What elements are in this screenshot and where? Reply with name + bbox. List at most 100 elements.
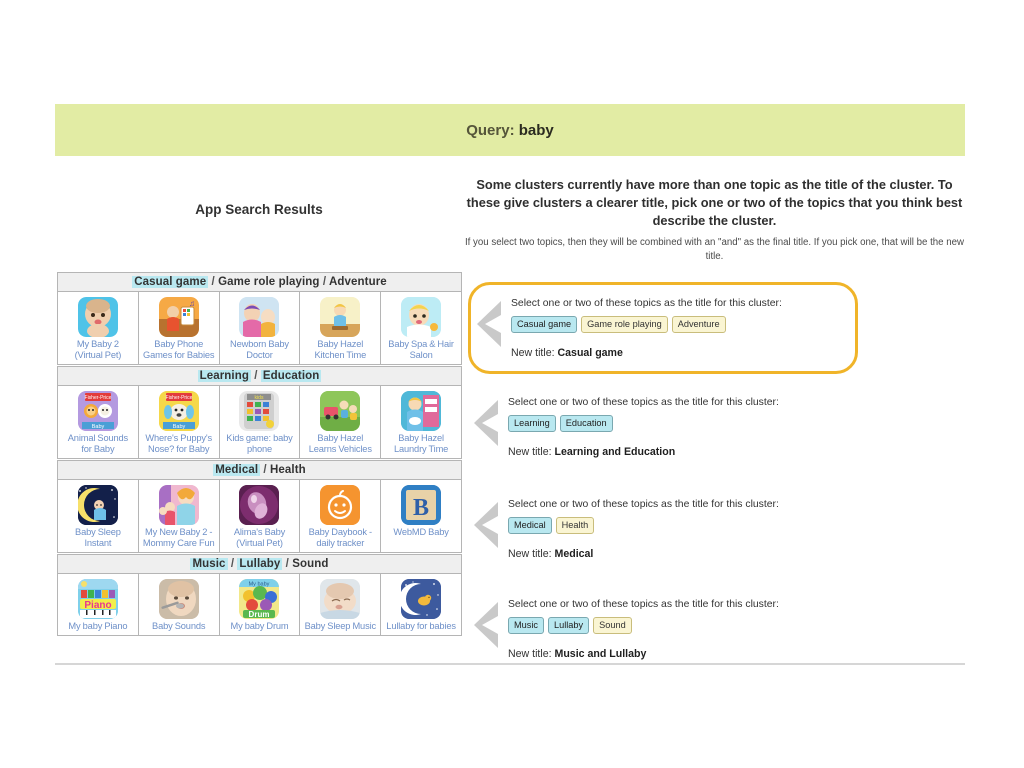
topic-separator: / bbox=[260, 463, 271, 476]
page-title: App Search Results bbox=[195, 202, 323, 217]
topic-chip[interactable]: Health bbox=[555, 516, 595, 535]
app-cell[interactable]: My Baby 2 (Virtual Pet) bbox=[57, 291, 139, 365]
cluster-edit-panel: Select one or two of these topics as the… bbox=[468, 486, 858, 572]
cluster-title-row: Learning / Education bbox=[57, 365, 462, 386]
cluster-topic-label: Lullaby bbox=[237, 557, 283, 570]
topic-chip-selected[interactable]: Medical bbox=[508, 516, 552, 535]
topic-chip[interactable]: Game role playing bbox=[581, 315, 668, 334]
app-cell[interactable]: Piano My baby Piano bbox=[57, 572, 139, 636]
app-name: Baby Sounds bbox=[152, 620, 206, 631]
app-icon-daybook-orange bbox=[320, 484, 361, 525]
chevron-left-icon bbox=[472, 600, 502, 650]
app-name: Where's Puppy's bbox=[145, 432, 212, 443]
app-cell[interactable]: My New Baby 2 - Mommy Care Fun bbox=[137, 478, 220, 553]
cluster-edit-panel: Select one or two of these topics as the… bbox=[468, 282, 858, 375]
app-name-line2: (Virtual Pet) bbox=[236, 537, 283, 548]
cluster-edit-panel: Select one or two of these topics as the… bbox=[468, 586, 858, 672]
cluster-title-row: Music / Lullaby / Sound bbox=[57, 553, 462, 574]
instructions-block: Some clusters currently have more than o… bbox=[462, 176, 967, 263]
query-label: Query: bbox=[466, 121, 515, 139]
app-name: Newborn Baby bbox=[230, 339, 289, 349]
topic-chip-selected[interactable]: Learning bbox=[508, 414, 556, 433]
cluster-topic-label: Game role playing bbox=[218, 276, 320, 288]
app-cell[interactable]: Newborn Baby Doctor bbox=[218, 291, 301, 365]
topic-chip-selected[interactable]: Lullaby bbox=[548, 616, 590, 635]
app-cell[interactable]: Fisher-Price Baby Where's Puppy's Nose? for… bbox=[137, 384, 220, 459]
cluster-results-list: Casual game / Game role playing / Advent… bbox=[57, 272, 462, 637]
topic-separator: / bbox=[227, 557, 238, 570]
topic-chip-selected[interactable]: Casual game bbox=[511, 315, 578, 334]
app-icon-sleeping-baby-photo bbox=[320, 578, 361, 619]
new-title-row: New title: Learning and Education bbox=[508, 446, 844, 458]
app-cell[interactable]: Baby Hazel Laundry Time bbox=[380, 384, 462, 459]
cluster-table: Music / Lullaby / Sound Piano My baby Pian… bbox=[57, 553, 462, 636]
app-icon-alima-purple bbox=[239, 484, 280, 525]
app-name: Baby Sleep Music bbox=[304, 620, 377, 631]
app-cell[interactable]: Baby Sounds bbox=[137, 572, 220, 636]
topic-chip[interactable]: Adventure bbox=[671, 315, 726, 334]
app-cell[interactable]: Baby Hazel Kitchen Time bbox=[299, 291, 382, 365]
app-name: Baby Sleep bbox=[75, 526, 121, 537]
app-cell[interactable]: Baby Sleep Instant bbox=[57, 478, 139, 553]
app-cell[interactable]: My baby Drum My baby Drum bbox=[218, 572, 301, 636]
topic-chip-selected[interactable]: Education bbox=[559, 414, 613, 433]
svg-text:Fisher-Price: Fisher-Price bbox=[84, 395, 111, 401]
app-cell[interactable]: Baby Hazel Learns Vehicles bbox=[299, 384, 382, 459]
app-name: Kids game: baby bbox=[226, 432, 293, 443]
topic-chip-group: Music Lullaby Sound bbox=[508, 616, 844, 635]
cluster-edit-panel-box: Select one or two of these topics as the… bbox=[468, 586, 858, 672]
topic-chip-selected[interactable]: Music bbox=[508, 616, 544, 635]
app-cell[interactable]: Fisher-Price Baby Animal Sounds for Baby bbox=[57, 384, 139, 459]
cluster-topic-label: Casual game bbox=[132, 276, 209, 288]
app-icon-baby-spa-salon bbox=[401, 297, 442, 337]
cluster-topic-label: Education bbox=[260, 369, 322, 382]
app-cell[interactable]: ♫ Baby Phone Games for Babies bbox=[137, 291, 220, 365]
query-value: baby bbox=[518, 121, 554, 139]
cluster-apps-row: Baby Sleep Instant My New Baby 2 - Mommy Ca… bbox=[57, 478, 462, 553]
bottom-divider bbox=[55, 663, 965, 665]
panel-prompt: Select one or two of these topics as the… bbox=[508, 499, 779, 510]
new-title-value: Learning and Education bbox=[554, 446, 676, 459]
app-cell[interactable]: Baby Spa & Hair Salon bbox=[380, 291, 462, 365]
app-name-line2: Laundry Time bbox=[393, 443, 449, 454]
app-icon-webmd-block: B bbox=[401, 484, 442, 525]
topic-separator: / bbox=[319, 276, 330, 288]
topic-separator: / bbox=[282, 557, 293, 570]
app-name: Alima's Baby bbox=[233, 526, 286, 537]
app-icon-baby-face-blue bbox=[77, 297, 118, 337]
app-cell[interactable]: Alima's Baby (Virtual Pet) bbox=[218, 478, 301, 553]
cluster-edit-panel-box: Select one or two of these topics as the… bbox=[468, 486, 858, 572]
topic-chip-group: Learning Education bbox=[508, 414, 844, 433]
svg-text:B: B bbox=[413, 495, 429, 521]
cluster-topic-label: Sound bbox=[292, 557, 329, 570]
app-icon-piano-app: Piano bbox=[77, 578, 118, 619]
app-name: Lullaby for babies bbox=[386, 620, 456, 631]
topic-separator: / bbox=[250, 369, 261, 382]
cluster-title-row: Casual game / Game role playing / Advent… bbox=[57, 272, 462, 292]
app-name-line2: Instant bbox=[84, 537, 112, 548]
app-icon-puppy-nose: Fisher-Price Baby bbox=[158, 390, 199, 431]
app-cell[interactable]: Lullaby for babies bbox=[380, 572, 462, 636]
app-cell[interactable]: Baby Sleep Music bbox=[299, 572, 382, 636]
app-name: Baby Daybook - bbox=[308, 526, 373, 537]
cluster-table: Learning / Education Fisher-Price Baby Anim… bbox=[57, 365, 462, 459]
app-cell[interactable]: B WebMD Baby bbox=[380, 478, 462, 553]
app-cell[interactable]: Baby Daybook - daily tracker bbox=[299, 478, 382, 553]
app-name-line2: Nose? for Baby bbox=[148, 443, 210, 454]
app-cell[interactable]: kids Kids game: baby phone bbox=[218, 384, 301, 459]
app-name-line2: Mommy Care Fun bbox=[142, 537, 215, 548]
cluster-topic-label: Medical bbox=[213, 463, 261, 476]
chevron-left-icon bbox=[472, 398, 502, 448]
topic-chip[interactable]: Sound bbox=[593, 616, 632, 635]
svg-text:kids: kids bbox=[255, 395, 264, 401]
svg-text:Baby: Baby bbox=[92, 424, 105, 430]
query-text: Query: baby bbox=[466, 122, 554, 139]
cluster-title-row: Medical / Health bbox=[57, 459, 462, 480]
app-name: My Baby 2 bbox=[76, 339, 119, 349]
cluster-apps-row: Fisher-Price Baby Animal Sounds for Baby Fis… bbox=[57, 384, 462, 459]
app-icon-lullaby-moon bbox=[401, 578, 442, 619]
new-title-row: New title: Medical bbox=[508, 548, 844, 560]
app-name-line2: Kitchen Time bbox=[314, 349, 367, 360]
app-name-line2: Doctor bbox=[246, 349, 273, 360]
cluster-apps-row: Piano My baby Piano Baby Sounds My baby Drum… bbox=[57, 572, 462, 636]
